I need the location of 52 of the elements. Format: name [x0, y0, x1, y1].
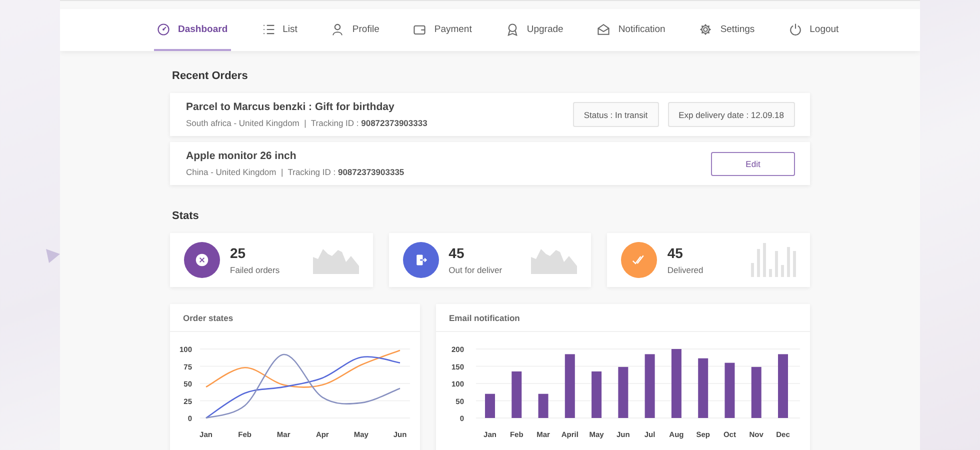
- status-badge: Status : In transit: [572, 102, 659, 127]
- sparkline-drawing: [531, 246, 578, 274]
- bar: [538, 394, 548, 418]
- stat-label: Out for deliver: [448, 265, 504, 275]
- person-icon: [331, 22, 344, 36]
- bar: [618, 366, 628, 418]
- bar: [724, 362, 735, 418]
- section-heading: Stats: [172, 210, 200, 222]
- stat-value: 45: [448, 245, 466, 261]
- nav-tab[interactable]: Dashboard: [154, 9, 231, 51]
- nav-tab[interactable]: Upgrade: [502, 9, 566, 51]
- nav-tab[interactable]: Payment: [410, 9, 475, 51]
- edit-button[interactable]: Edit: [711, 152, 795, 176]
- power-icon: [788, 22, 802, 36]
- exit-icon: [414, 253, 428, 267]
- bar: [698, 358, 708, 418]
- order-details: China - United Kingdom | Tracking ID : 90872373903335: [186, 167, 406, 177]
- chart-title: Email notification: [436, 304, 810, 332]
- bar: [671, 349, 682, 418]
- bar: [485, 394, 495, 418]
- medal-icon: [506, 22, 519, 36]
- stat-label: Failed orders: [230, 265, 281, 275]
- bar: [512, 371, 522, 418]
- double-check-icon: [632, 253, 646, 267]
- bar: [778, 354, 788, 418]
- stat-value: 45: [667, 245, 684, 261]
- settings-icon: [699, 22, 712, 36]
- order-details: South africa - United Kingdom | Tracking ID : 90872373903333: [186, 118, 428, 128]
- stat-value: 25: [230, 245, 247, 261]
- cross-icon: [195, 253, 209, 267]
- triangle-shape: [46, 249, 60, 263]
- nav-tab[interactable]: Profile: [328, 9, 382, 51]
- chart-title: Order states: [170, 304, 420, 332]
- bar: [644, 354, 655, 418]
- section-heading: Recent Orders: [172, 70, 249, 82]
- envelope-icon: [597, 22, 610, 36]
- bar: [564, 354, 575, 418]
- bar: [592, 371, 602, 418]
- status-badge: Exp delivery date : 12.09.18: [668, 102, 795, 127]
- bar-sparkline-drawing: [751, 243, 796, 277]
- nav-tab[interactable]: Logout: [786, 9, 842, 51]
- nav-tab[interactable]: List: [258, 9, 300, 51]
- stat-label: Delivered: [667, 265, 704, 275]
- bar: [751, 366, 762, 418]
- wallet-icon: [413, 22, 426, 36]
- sparkline-drawing: [312, 246, 359, 274]
- nav-tab[interactable]: Notification: [594, 9, 668, 51]
- gauge-icon: [157, 22, 170, 36]
- order-title: Parcel to Marcus benzki : Gift for birthday: [186, 101, 396, 113]
- nav-tab[interactable]: Settings: [696, 9, 758, 51]
- order-title: Apple monitor 26 inch: [186, 150, 298, 162]
- list-icon: [262, 22, 275, 36]
